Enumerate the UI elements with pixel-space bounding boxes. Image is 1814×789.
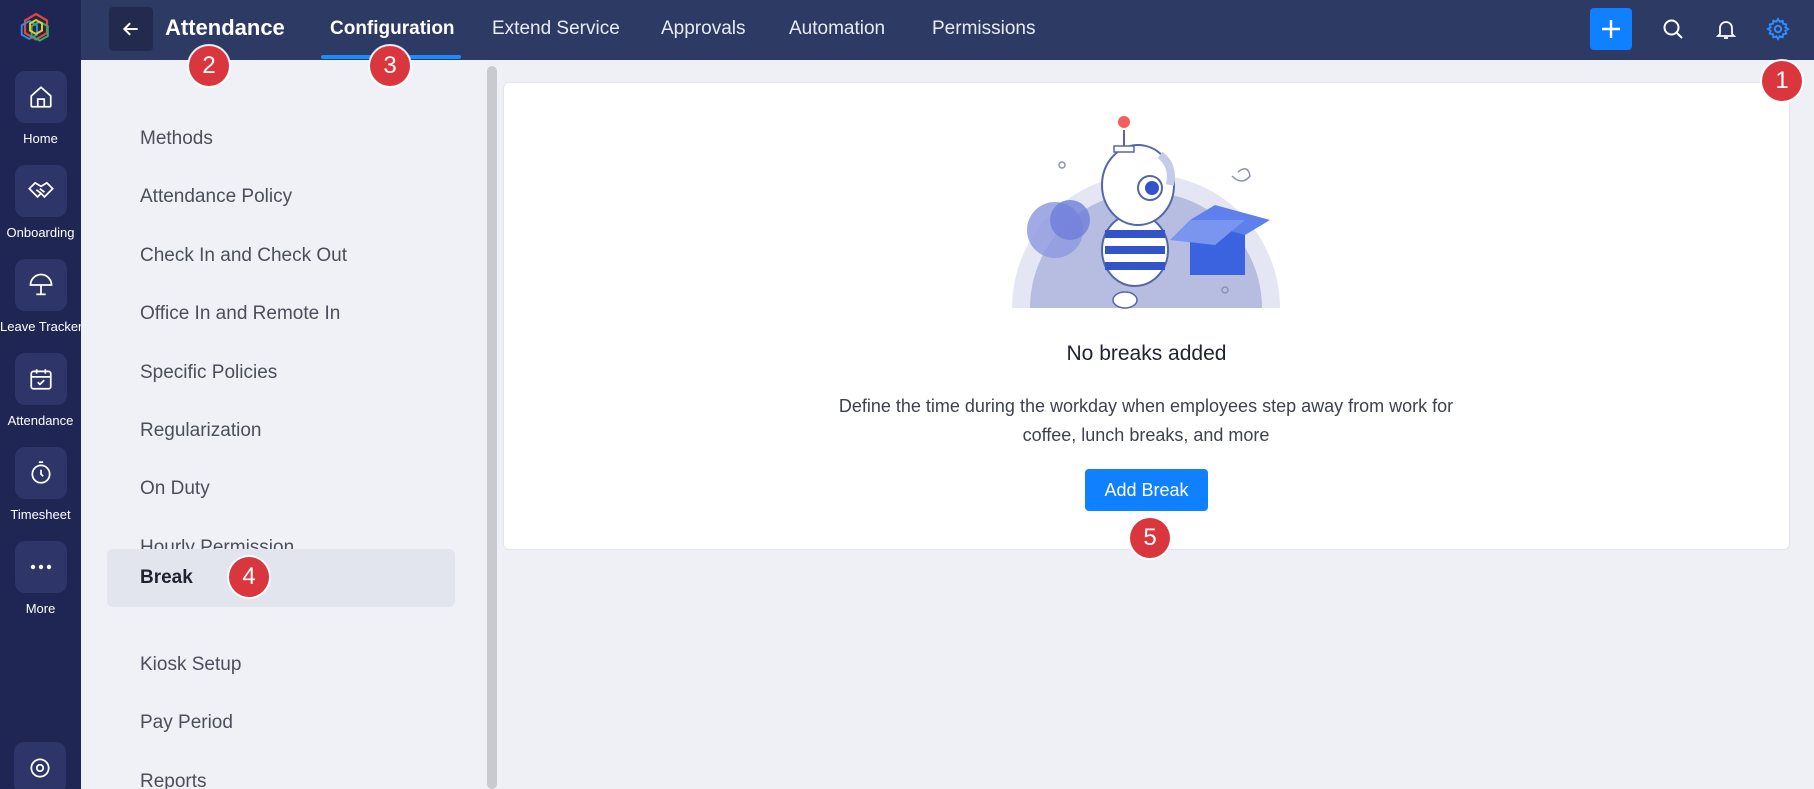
rail-item-label: Timesheet (10, 507, 71, 522)
nav-item-office-remote-in[interactable]: Office In and Remote In (107, 285, 455, 343)
nav-item-break[interactable]: Break (107, 549, 455, 607)
calendar-check-icon (14, 353, 67, 405)
add-new-button[interactable] (1590, 8, 1632, 50)
rail-item-label: Leave Tracker (0, 319, 83, 334)
settings-button[interactable] (1763, 14, 1793, 44)
settings-sidebar-scrollbar[interactable] (487, 66, 497, 789)
rail-item-label: Onboarding (6, 225, 75, 240)
gear-search-icon (30, 758, 50, 778)
step-badge-3: 3 (370, 46, 410, 86)
rail-item-leave-tracker[interactable]: Leave Tracker (0, 259, 83, 334)
more-dots-icon (14, 541, 67, 593)
handshake-icon (14, 165, 67, 217)
home-icon (14, 71, 67, 123)
gear-icon (1766, 17, 1790, 41)
nav-item-reports[interactable]: Reports (107, 753, 455, 789)
empty-state-description: Define the time during the workday when … (838, 396, 1454, 445)
umbrella-icon (14, 259, 67, 311)
rail-item-timesheet[interactable]: Timesheet (0, 447, 81, 522)
back-button[interactable] (109, 7, 153, 51)
rail-settings-button[interactable] (14, 742, 66, 789)
tab-automation[interactable]: Automation (789, 18, 885, 40)
step-badge-5: 5 (1130, 518, 1170, 558)
tab-configuration[interactable]: Configuration (330, 18, 455, 40)
search-button[interactable] (1658, 14, 1688, 44)
bell-icon (1715, 21, 1737, 39)
tab-extend-service[interactable]: Extend Service (492, 18, 620, 40)
arrow-left-icon (122, 22, 138, 36)
add-break-button[interactable]: Add Break (1085, 469, 1208, 511)
app-root: Home Onboarding Leave Tracker Attendance… (0, 0, 1814, 789)
rail-item-more[interactable]: More (0, 541, 81, 616)
empty-state-title: No breaks added (1066, 342, 1227, 365)
empty-state-robot-illustration (1012, 116, 1280, 309)
nav-item-specific-policies[interactable]: Specific Policies (107, 344, 455, 402)
nav-item-check-in-check-out[interactable]: Check In and Check Out (107, 227, 455, 285)
app-rail: Home Onboarding Leave Tracker Attendance… (0, 0, 83, 789)
tab-approvals[interactable]: Approvals (661, 18, 746, 40)
nav-item-attendance-policy[interactable]: Attendance Policy (107, 168, 455, 226)
search-icon (1663, 19, 1683, 39)
nav-item-methods[interactable]: Methods (107, 110, 455, 168)
plus-icon (1602, 20, 1620, 38)
rail-item-onboarding[interactable]: Onboarding (0, 165, 81, 240)
settings-sidebar: Methods Attendance Policy Check In and C… (81, 60, 485, 789)
app-logo-icon[interactable] (19, 12, 53, 46)
rail-item-label: Attendance (7, 413, 74, 428)
rail-item-label: More (25, 601, 56, 616)
timer-icon (14, 447, 67, 499)
notifications-button[interactable] (1711, 14, 1741, 44)
nav-item-on-duty[interactable]: On Duty (107, 460, 455, 518)
nav-item-pay-period[interactable]: Pay Period (107, 694, 455, 752)
step-badge-1: 1 (1762, 61, 1802, 101)
module-title: Attendance (165, 15, 285, 40)
rail-item-attendance[interactable]: Attendance (0, 353, 81, 428)
step-badge-4: 4 (229, 557, 269, 597)
step-badge-2: 2 (189, 46, 229, 86)
tab-permissions[interactable]: Permissions (932, 18, 1035, 40)
nav-item-kiosk-setup[interactable]: Kiosk Setup (107, 636, 455, 694)
top-bar: Attendance Configuration Extend Service … (81, 0, 1814, 60)
rail-item-label: Home (23, 131, 58, 146)
nav-item-regularization[interactable]: Regularization (107, 402, 455, 460)
rail-item-home[interactable]: Home (0, 71, 81, 146)
